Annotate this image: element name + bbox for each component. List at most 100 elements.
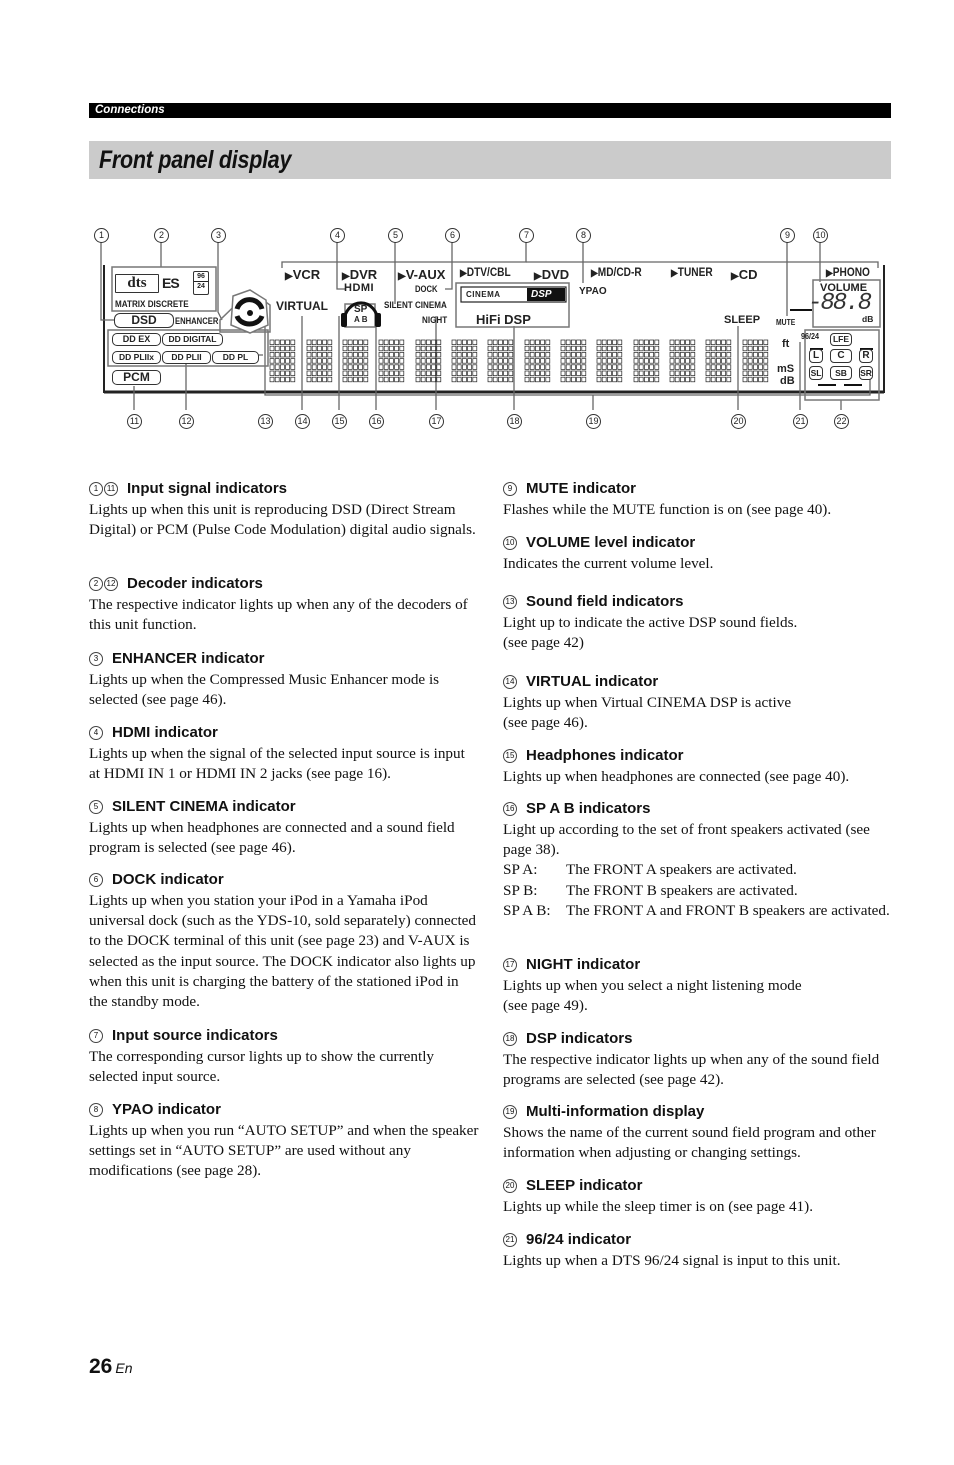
matrix-dot [529,345,535,352]
matrix-dot [358,370,363,376]
matrix-dot [524,370,530,376]
ab-indicator: A B [354,315,368,324]
matrix-dot [436,364,442,370]
cursor-arrow-icon: ▶ [342,271,350,282]
matrix-dot [342,339,348,345]
matrix-dot [431,364,436,370]
matrix-dot [690,358,696,364]
matrix-dot [467,339,472,345]
callout-number: 14 [295,414,310,429]
matrix-dot [317,370,322,376]
matrix-dot [456,358,462,364]
diagram-lines [100,242,885,410]
matrix-dot [285,358,290,364]
matrix-dot [426,364,431,370]
matrix-dot [431,345,436,352]
matrix-dot [524,376,530,383]
callout-refs: 18 [503,1032,517,1046]
matrix-dot [317,364,322,370]
matrix-dot [612,376,617,383]
matrix-dot [472,358,478,364]
matrix-dot [383,364,389,370]
ms-indicator: mS [777,363,795,375]
matrix-dot [716,352,721,358]
callout-refs: 2 12 [89,577,118,591]
sp-definition-row: SP A: The FRONT A speakers are activated. [503,860,893,880]
description-item: 1 11 Input signal indicators Lights up when… [89,478,479,540]
dd-ex-indicator: DD EX [112,333,161,346]
description-text: Lights up when headphones are connected … [503,768,850,785]
matrix-dot [758,364,763,370]
matrix-dot [462,358,467,364]
matrix-dot [617,370,623,376]
matrix-dot [353,358,358,364]
matrix-dot [638,345,644,352]
matrix-dot [690,339,696,345]
input-source-label: CD [738,267,758,282]
matrix-dot [280,370,285,376]
matrix-dot [383,370,389,376]
matrix-dot [535,352,540,358]
description-heading: 16 SP A B indicators [503,798,893,820]
matrix-dot [753,345,758,352]
callout-number: 5 [388,228,403,243]
matrix-dot [487,352,493,358]
dts-96-24-badge: 96 24 [193,271,209,295]
matrix-dot [581,364,587,370]
hifi-dsp-indicator: HiFi DSP [476,312,531,327]
matrix-dot [363,370,369,376]
description-item: 15 Headphones indicator Lights up when hea… [503,745,893,787]
callout-number: 4 [330,228,345,243]
matrix-dot [545,352,551,358]
matrix-dot [524,352,530,358]
matrix-dot [280,376,285,383]
matrix-dot [353,345,358,352]
matrix-dot [721,358,726,364]
matrix-dot [290,339,296,345]
description-title: Input source indicators [112,1027,278,1044]
matrix-dot [420,339,426,345]
sp-value: The FRONT B speakers are activated. [566,881,798,899]
description-heading: 9 MUTE indicator [503,478,893,500]
matrix-dot [535,376,540,383]
description-heading: 5 SILENT CINEMA indicator [89,796,479,818]
matrix-dot [758,339,763,345]
callout-number: 17 [429,414,444,429]
matrix-dot [617,358,623,364]
description-title: Headphones indicator [526,747,684,764]
matrix-dot [747,352,753,358]
description-heading: 19 Multi-information display [503,1101,893,1123]
input-source-label: PHONO [832,267,870,279]
description-text: Lights up while the sleep timer is on (s… [503,1198,814,1215]
input-source-label: DVR [349,267,378,282]
matrix-dot [290,364,296,370]
matrix-dot [451,370,457,376]
matrix-dot [492,352,498,358]
matrix-dot [472,370,478,376]
callout-refs: 15 [503,749,517,763]
matrix-dot [607,376,612,383]
matrix-dot [758,345,763,352]
matrix-dot [758,370,763,376]
matrix-dot [617,352,623,358]
matrix-dot [399,339,405,345]
matrix-dot [560,376,566,383]
matrix-discrete-label: MATRIX DISCRETE [115,299,189,309]
matrix-dot [451,364,457,370]
matrix-dot [649,376,654,383]
matrix-dot [290,358,296,364]
matrix-dot [269,352,275,358]
matrix-dot [601,358,607,364]
matrix-dot [581,339,587,345]
matrix-dot [726,358,732,364]
matrix-dot [456,364,462,370]
cinema-label: CINEMA [466,290,501,299]
matrix-dot [311,376,317,383]
matrix-dot [540,358,545,364]
matrix-dot [285,345,290,352]
matrix-dot [747,364,753,370]
matrix-dot [596,376,602,383]
matrix-dot [685,345,690,352]
matrix-dot [342,376,348,383]
matrix-dot [545,364,551,370]
